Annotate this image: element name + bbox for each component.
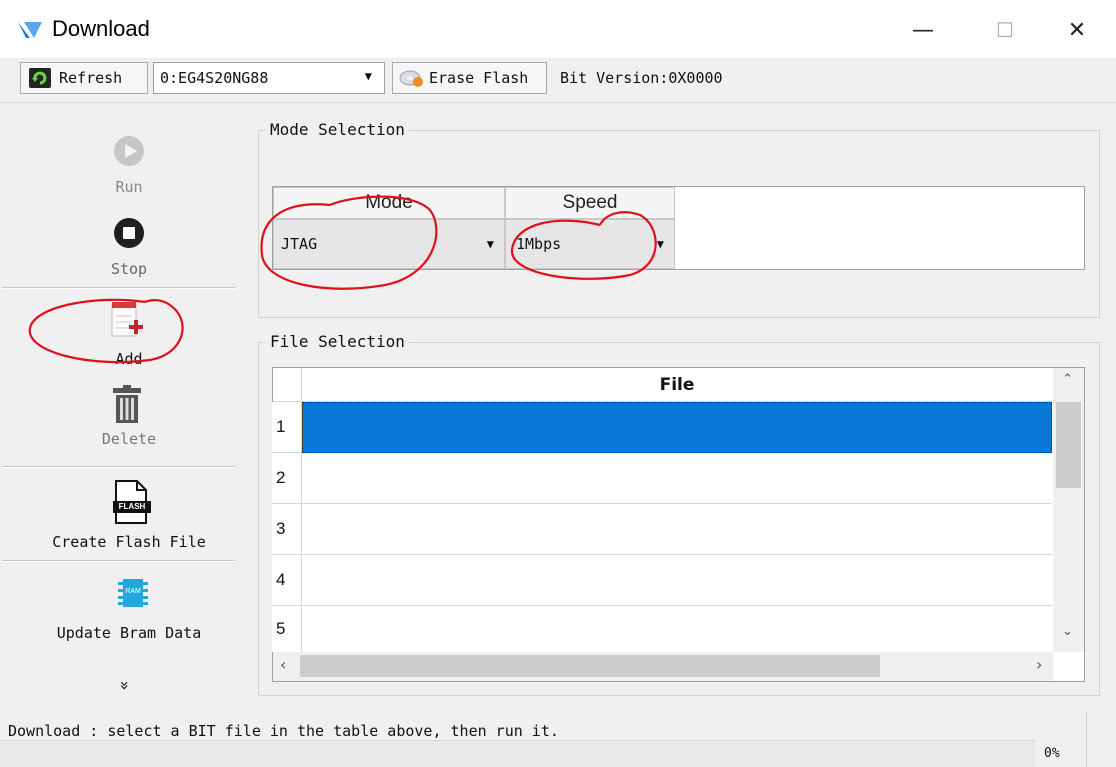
table-corner xyxy=(273,368,302,402)
bit-version: Bit Version:0X0000 xyxy=(560,69,723,87)
update-bram-data-label[interactable]: Update Bram Data xyxy=(19,624,239,642)
device-select-value: 0:EG4S20NG88 xyxy=(160,69,269,87)
close-button[interactable]: ✕ xyxy=(1054,10,1100,50)
add-icon[interactable] xyxy=(110,300,146,340)
divider xyxy=(2,466,236,468)
stop-label: Stop xyxy=(110,260,148,278)
mode-select-value: JTAG xyxy=(281,235,318,253)
scroll-left-icon[interactable]: ‹ xyxy=(280,655,286,674)
refresh-button[interactable]: Refresh xyxy=(20,62,148,94)
refresh-icon xyxy=(29,68,51,88)
chevron-down-icon: ▼ xyxy=(656,237,664,251)
maximize-button[interactable]: ☐ xyxy=(982,10,1028,50)
scroll-up-icon[interactable]: ⌃ xyxy=(1062,372,1073,387)
progress-bar xyxy=(0,740,1035,767)
mode-column-header: Mode xyxy=(273,187,505,219)
vertical-scrollbar-thumb[interactable] xyxy=(1056,402,1081,488)
chevron-down-icon: ▼ xyxy=(364,69,372,83)
divider xyxy=(2,287,236,289)
horizontal-scrollbar-thumb[interactable] xyxy=(300,655,880,677)
row-header-4[interactable]: 4 xyxy=(272,555,302,606)
speed-select-value: 1Mbps xyxy=(516,235,562,253)
stop-icon[interactable] xyxy=(112,216,146,250)
title-bar xyxy=(0,0,1116,58)
file-cell[interactable] xyxy=(302,555,1052,606)
create-flash-file-label[interactable]: Create Flash File xyxy=(19,533,239,551)
scroll-right-icon[interactable]: › xyxy=(1036,655,1042,674)
run-label: Run xyxy=(115,178,143,196)
minimize-button[interactable]: — xyxy=(900,10,946,50)
run-icon[interactable] xyxy=(112,134,146,168)
row-header-3[interactable]: 3 xyxy=(272,504,302,555)
erase-flash-button[interactable]: Erase Flash xyxy=(392,62,547,94)
row-header-1[interactable]: 1 xyxy=(272,402,302,453)
file-cell[interactable] xyxy=(302,453,1052,504)
add-label: Add xyxy=(115,350,143,368)
divider xyxy=(2,560,236,562)
file-column-header[interactable]: File xyxy=(302,368,1052,402)
speed-column-header: Speed xyxy=(505,187,675,219)
app-logo-icon xyxy=(18,22,42,38)
file-selection-title: File Selection xyxy=(266,332,409,351)
row-header-5[interactable]: 5 xyxy=(272,606,302,652)
ram-icon-text: RAM xyxy=(125,588,141,595)
mode-selection-title: Mode Selection xyxy=(266,120,409,139)
flash-icon-text: FLASH xyxy=(118,502,146,511)
status-message: Download : select a BIT file in the tabl… xyxy=(8,722,559,740)
mode-select[interactable]: JTAG ▼ xyxy=(273,219,505,269)
row-header-2[interactable]: 2 xyxy=(272,453,302,504)
delete-label: Delete xyxy=(101,430,157,448)
erase-icon xyxy=(399,70,423,87)
file-cell[interactable] xyxy=(302,606,1052,652)
file-cell-selected[interactable] xyxy=(302,402,1052,453)
device-select[interactable]: 0:EG4S20NG88 ▼ xyxy=(153,62,385,94)
chevron-down-icon: ▼ xyxy=(486,237,494,251)
scroll-down-icon[interactable]: ⌄ xyxy=(1062,624,1073,639)
divider xyxy=(1086,712,1087,767)
trash-icon[interactable] xyxy=(112,385,142,425)
speed-select[interactable]: 1Mbps ▼ xyxy=(505,219,675,269)
progress-text: 0% xyxy=(1044,746,1060,761)
file-cell[interactable] xyxy=(302,504,1052,555)
window-title: Download xyxy=(52,16,150,41)
erase-flash-label: Erase Flash xyxy=(429,69,529,87)
expand-more-icon[interactable]: » xyxy=(115,681,134,691)
refresh-label: Refresh xyxy=(59,69,123,87)
